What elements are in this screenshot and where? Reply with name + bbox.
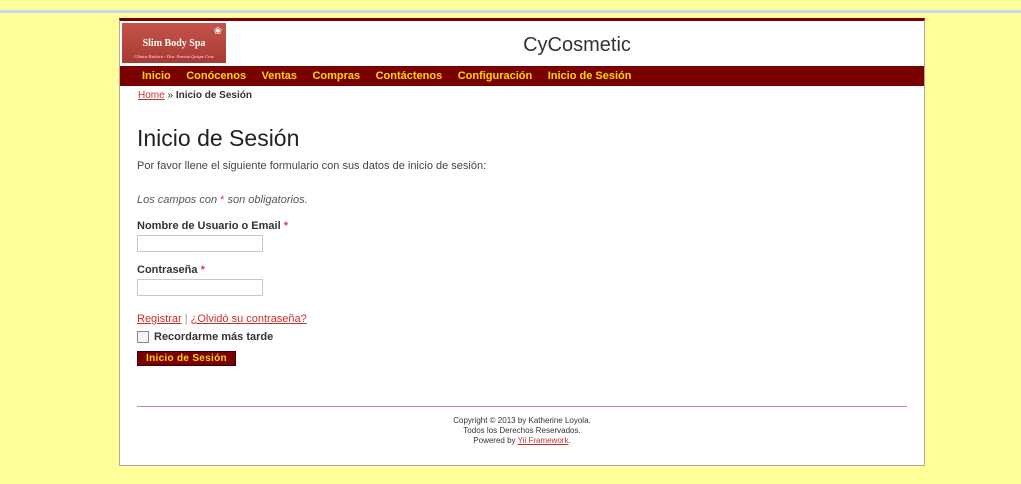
footer-powered: Powered by Yii Framework. <box>137 436 907 446</box>
note-suffix: son obligatorios. <box>227 194 308 206</box>
username-label: Nombre de Usuario o Email * <box>137 220 924 232</box>
password-label-text: Contraseña <box>137 264 198 276</box>
note-prefix: Los campos con <box>137 194 218 206</box>
top-divider <box>0 10 1021 13</box>
required-note: Los campos con * son obligatorios. <box>137 194 924 206</box>
login-content: Inicio de Sesión Por favor llene el sigu… <box>120 125 924 366</box>
footer-copyright: Copyright © 2013 by Katherine Loyola. <box>453 416 591 425</box>
account-links: Registrar | ¿Olvidó su contraseña? <box>137 313 924 325</box>
powered-prefix: Powered by <box>473 436 516 445</box>
page-container: ❀ Slim Body Spa Clínica Estética - Dra. … <box>119 18 925 466</box>
username-label-text: Nombre de Usuario o Email <box>137 220 281 232</box>
remember-me-checkbox[interactable] <box>137 331 149 343</box>
password-label: Contraseña * <box>137 264 924 276</box>
menu-item-contactenos[interactable]: Contáctenos <box>376 66 443 86</box>
breadcrumb-separator: » <box>167 90 174 101</box>
login-submit-button[interactable]: Inicio de Sesión <box>137 351 236 366</box>
footer-rights: Todos los Derechos Reservados. <box>463 426 581 435</box>
footer: Copyright © 2013 by Katherine Loyola. To… <box>137 406 907 446</box>
register-link[interactable]: Registrar <box>137 313 182 325</box>
menu-item-inicio-de-sesion[interactable]: Inicio de Sesión <box>548 66 632 86</box>
required-star: * <box>220 194 225 206</box>
intro-text: Por favor llene el siguiente formulario … <box>137 160 487 172</box>
page-title: Inicio de Sesión <box>137 125 300 151</box>
remember-me-row: Recordarme más tarde <box>137 331 924 343</box>
username-required-mark: * <box>283 220 288 232</box>
link-separator: | <box>184 313 188 325</box>
remember-me-label[interactable]: Recordarme más tarde <box>154 331 273 343</box>
menu-item-conocenos[interactable]: Conócenos <box>186 66 246 86</box>
menu-item-configuracion[interactable]: Configuración <box>458 66 533 86</box>
password-input[interactable] <box>137 279 263 296</box>
header: ❀ Slim Body Spa Clínica Estética - Dra. … <box>120 21 924 66</box>
powered-suffix: . <box>568 436 571 445</box>
username-input[interactable] <box>137 235 263 252</box>
site-title: CyCosmetic <box>523 34 631 56</box>
forgot-password-link[interactable]: ¿Olvidó su contraseña? <box>191 313 307 325</box>
menu-item-inicio[interactable]: Inicio <box>142 66 171 86</box>
main-menu: Inicio Conócenos Ventas Compras Contácte… <box>120 66 924 86</box>
yii-framework-link[interactable]: Yii Framework <box>518 436 569 445</box>
menu-item-compras[interactable]: Compras <box>312 66 360 86</box>
breadcrumb-home-link[interactable]: Home <box>138 90 165 101</box>
menu-item-ventas[interactable]: Ventas <box>262 66 297 86</box>
password-required-mark: * <box>200 264 205 276</box>
breadcrumb: Home » Inicio de Sesión <box>120 86 924 101</box>
breadcrumb-current: Inicio de Sesión <box>175 90 252 101</box>
